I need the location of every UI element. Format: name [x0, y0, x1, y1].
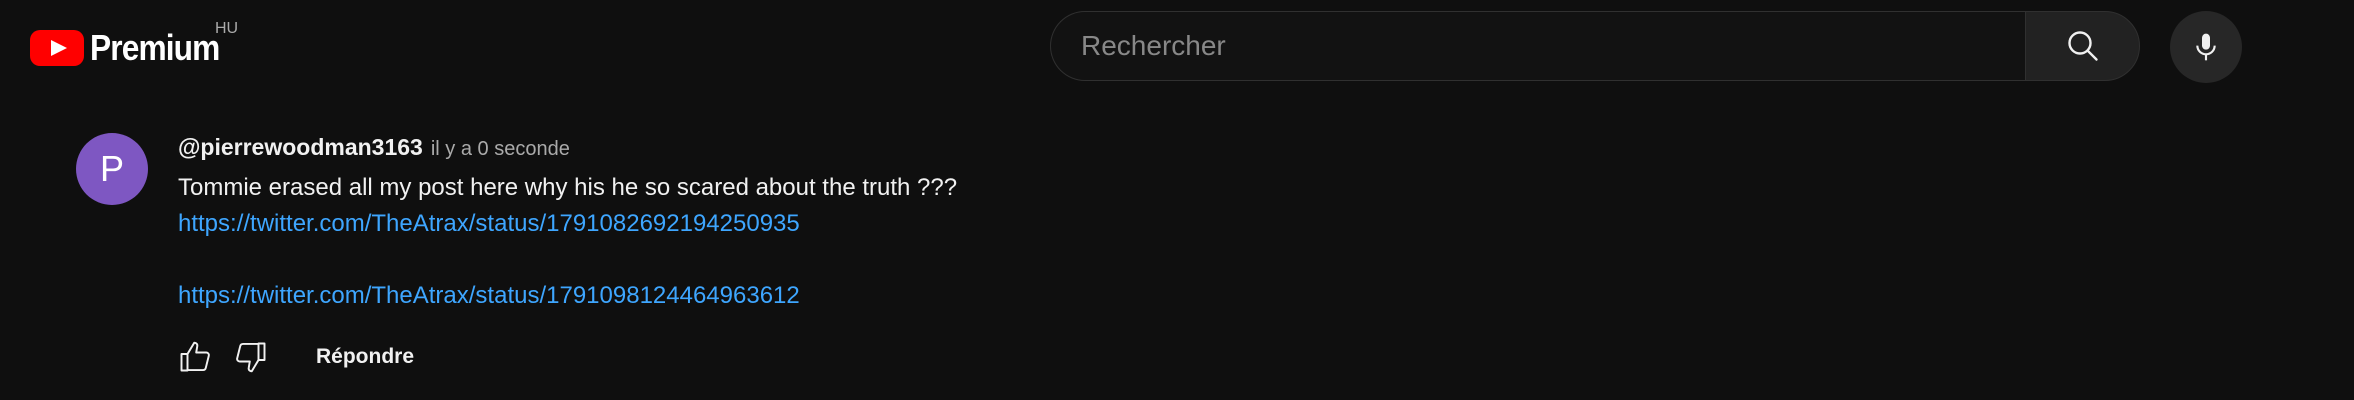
comment-link-1[interactable]: https://twitter.com/TheAtrax/status/1791… [178, 206, 957, 242]
comment-author[interactable]: @pierrewoodman3163 [178, 134, 423, 161]
comment-header: @pierrewoodman3163 il y a 0 seconde [178, 134, 957, 166]
search-bar [1050, 11, 2140, 81]
logo-text: Premium [90, 27, 220, 68]
search-input[interactable] [1079, 29, 2025, 63]
microphone-icon [2196, 33, 2216, 61]
comment-blank-line [178, 242, 957, 278]
like-button[interactable] [174, 336, 216, 378]
youtube-premium-logo[interactable]: Premium [30, 24, 237, 72]
voice-search-button[interactable] [2170, 11, 2242, 83]
search-icon [2067, 31, 2098, 61]
search-box[interactable] [1050, 11, 2025, 81]
thumb-down-icon [236, 342, 266, 373]
youtube-play-icon [30, 30, 84, 66]
search-button[interactable] [2025, 11, 2140, 81]
comment-timestamp[interactable]: il y a 0 seconde [431, 138, 570, 161]
comment-actions: Répondre [174, 336, 414, 378]
comment-text: Tommie erased all my post here why his h… [178, 174, 958, 201]
comment-link-2[interactable]: https://twitter.com/TheAtrax/status/1791… [178, 278, 957, 314]
thumb-up-icon [180, 341, 210, 372]
avatar[interactable]: P [76, 133, 148, 205]
comment: @pierrewoodman3163 il y a 0 seconde Tomm… [178, 134, 957, 314]
dislike-button[interactable] [230, 336, 272, 378]
country-code: HU [215, 20, 239, 37]
reply-button[interactable]: Répondre [316, 345, 414, 369]
